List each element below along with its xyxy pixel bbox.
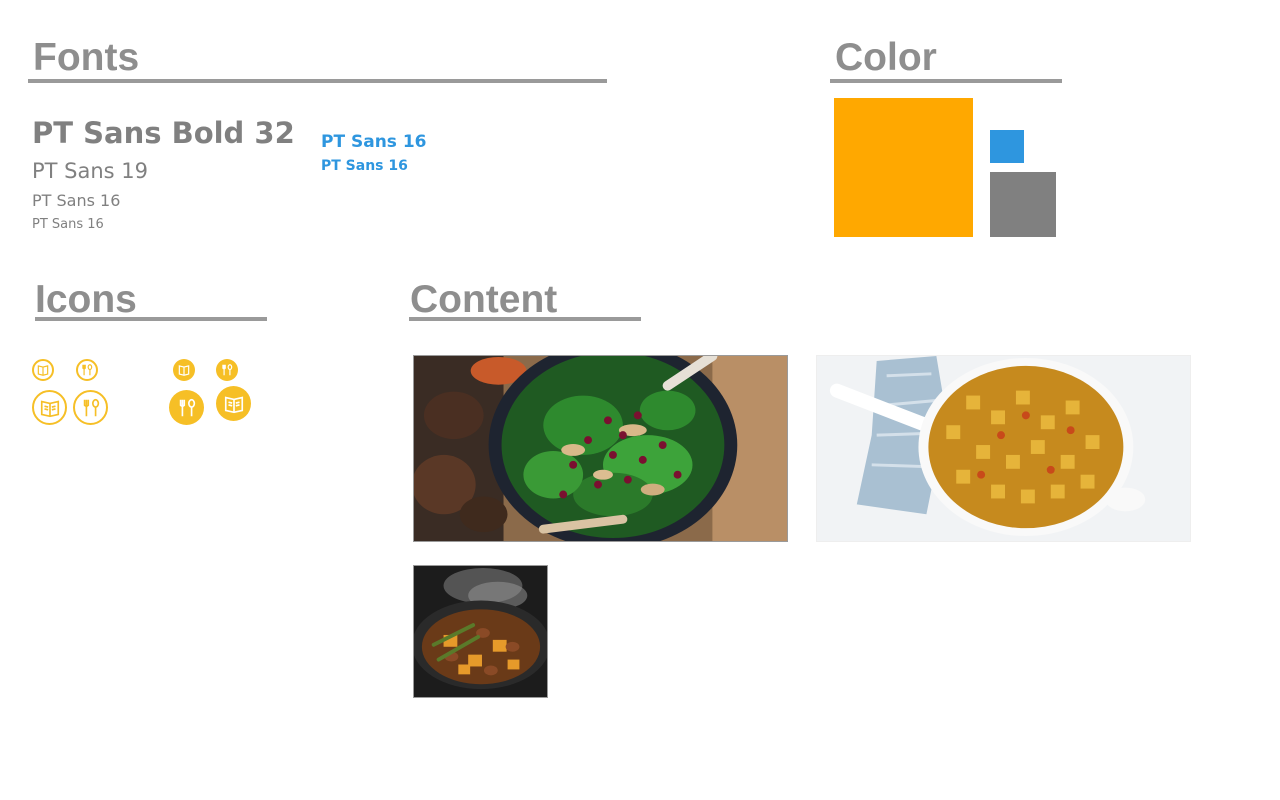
fork-spoon-icon (76, 359, 98, 381)
swatch-orange (834, 98, 973, 237)
font-sample-bold-32: PT Sans Bold 32 (32, 116, 295, 150)
font-sample-16: PT Sans 16 (32, 191, 121, 210)
fork-spoon-icon (169, 390, 204, 425)
content-heading: Content (410, 278, 558, 321)
icons-heading: Icons (35, 278, 137, 321)
salad-photo (413, 355, 788, 542)
font-sample-blue-small: PT Sans 16 (321, 158, 408, 174)
stew-photo (413, 565, 548, 698)
swatch-gray (990, 172, 1056, 237)
content-heading-rule (409, 317, 641, 321)
font-sample-19: PT Sans 19 (32, 159, 149, 183)
recipe-book-icon (32, 359, 54, 381)
font-sample-small: PT Sans 16 (32, 217, 104, 232)
recipe-book-icon (32, 390, 67, 425)
fonts-heading-rule (28, 79, 607, 83)
color-heading-rule (830, 79, 1062, 83)
icons-heading-rule (35, 317, 267, 321)
font-sample-blue-16: PT Sans 16 (321, 132, 427, 152)
fork-spoon-icon (73, 390, 108, 425)
fonts-heading: Fonts (33, 36, 140, 79)
recipe-book-icon (173, 359, 195, 381)
potato-curry-photo (816, 355, 1191, 542)
recipe-book-icon (216, 386, 251, 421)
swatch-blue (990, 130, 1024, 163)
fork-spoon-icon (216, 359, 238, 381)
color-heading: Color (835, 36, 937, 79)
